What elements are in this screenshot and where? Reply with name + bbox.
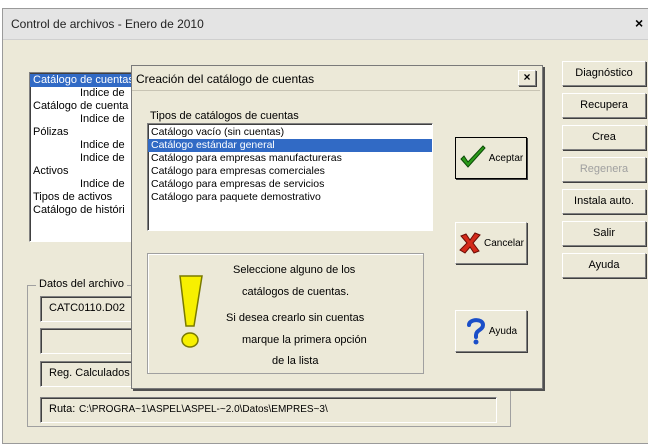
main-close-button[interactable]: × <box>635 15 643 31</box>
dialog-title: Creación del catálogo de cuentas <box>136 72 315 86</box>
salir-button[interactable]: Salir <box>562 221 646 246</box>
main-window-title: Control de archivos - Enero de 2010 <box>11 17 204 31</box>
crea-button-label: Crea <box>592 131 616 143</box>
dialog-title-bar: Creación del catálogo de cuentas × <box>132 66 540 91</box>
checkmark-icon <box>460 145 486 168</box>
ruta-value: C:\PROGRA~1\ASPEL\ASPEL-~2.0\Datos\EMPRE… <box>79 404 328 415</box>
recupera-button[interactable]: Recupera <box>562 93 646 118</box>
catalog-option-empty[interactable]: Catálogo vacío (sin cuentas) <box>148 126 432 139</box>
ayuda-button[interactable]: Ayuda <box>562 253 646 278</box>
close-icon: × <box>523 70 531 84</box>
dialog-close-button[interactable]: × <box>518 70 536 86</box>
aceptar-label: Aceptar <box>488 152 524 164</box>
ayuda-label: Ayuda <box>488 325 518 337</box>
catalog-option-standard[interactable]: Catálogo estándar general <box>148 139 432 152</box>
info-line-4: marque la primera opción <box>242 334 367 346</box>
info-box: Seleccione alguno de los catálogos de cu… <box>147 253 424 374</box>
regenera-button-label: Regenera <box>579 163 629 175</box>
catalog-option-manufacturing[interactable]: Catálogo para empresas manufactureras <box>148 152 432 165</box>
ruta-field: Ruta: C:\PROGRA~1\ASPEL\ASPEL-~2.0\Datos… <box>40 397 497 423</box>
crea-button[interactable]: Crea <box>562 125 646 150</box>
instala-auto-button[interactable]: Instala auto. <box>562 189 646 214</box>
info-line-2: catálogos de cuentas. <box>242 286 350 298</box>
recupera-button-label: Recupera <box>580 99 628 111</box>
info-line-5: de la lista <box>272 355 319 367</box>
regenera-button[interactable]: Regenera <box>562 157 646 182</box>
salir-button-label: Salir <box>592 227 615 239</box>
catalog-types-label: Tipos de catálogos de cuentas <box>150 110 299 122</box>
diagnostico-button[interactable]: Diagnóstico <box>562 61 646 86</box>
cancelar-button[interactable]: Cancelar <box>455 222 527 264</box>
question-mark-icon <box>466 318 485 345</box>
info-line-3: Si desea crearlo sin cuentas <box>226 312 365 324</box>
main-title-bar: Control de archivos - Enero de 2010 × <box>3 9 648 40</box>
dialog-ayuda-button[interactable]: Ayuda <box>455 310 527 352</box>
ruta-label: Ruta: <box>49 403 76 415</box>
x-icon <box>459 232 481 254</box>
catalog-option-commercial[interactable]: Catálogo para empresas comerciales <box>148 165 432 178</box>
instala-auto-button-label: Instala auto. <box>574 195 634 207</box>
cancelar-label: Cancelar <box>483 237 525 249</box>
exclamation-icon <box>179 275 203 348</box>
filename-value: CATC0110.D02 <box>49 302 126 314</box>
ayuda-button-label: Ayuda <box>588 259 620 271</box>
reg-calculados-label: Reg. Calculados <box>49 367 130 379</box>
catalog-option-services[interactable]: Catálogo para empresas de servicios <box>148 178 432 191</box>
catalog-types-list[interactable]: Catálogo vacío (sin cuentas) Catálogo es… <box>147 123 433 231</box>
catalog-option-demo[interactable]: Catálogo para paquete demostrativo <box>148 191 432 204</box>
aceptar-button[interactable]: Aceptar <box>455 137 527 179</box>
info-line-1: Seleccione alguno de los <box>233 264 356 276</box>
diagnostico-button-label: Diagnóstico <box>575 67 633 79</box>
datos-archivo-legend: Datos del archivo <box>36 278 127 290</box>
